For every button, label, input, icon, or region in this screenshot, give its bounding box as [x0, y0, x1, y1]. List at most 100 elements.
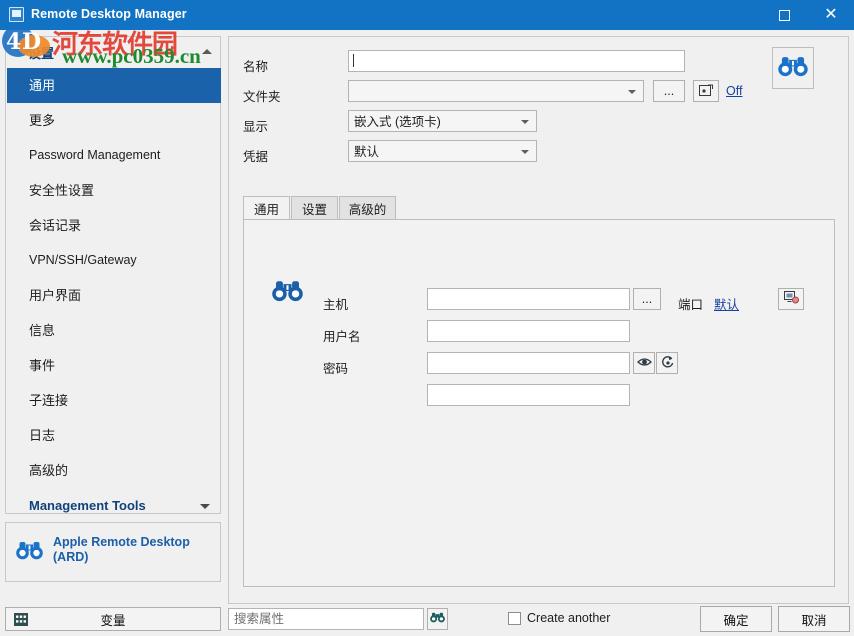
- sidebar-header-label: 设置: [28, 43, 54, 62]
- sidebar-item-user-interface[interactable]: 用户界面: [7, 278, 221, 313]
- sidebar-header[interactable]: 设置: [7, 38, 221, 67]
- display-combo[interactable]: 嵌入式 (选项卡): [348, 110, 537, 132]
- connection-type-card[interactable]: Apple Remote Desktop (ARD): [5, 522, 221, 582]
- username-label: 用户名: [323, 326, 361, 345]
- sidebar-item-events[interactable]: 事件: [7, 348, 221, 383]
- host-browse-label: ...: [642, 292, 652, 306]
- folder-combo[interactable]: [348, 80, 644, 102]
- port-default-link[interactable]: 默认: [714, 294, 739, 313]
- monitor-icon: [784, 291, 799, 307]
- tab-label: 高级的: [349, 199, 387, 218]
- off-link[interactable]: Off: [726, 84, 742, 98]
- display-combo-value: 嵌入式 (选项卡): [354, 113, 441, 131]
- password-label: 密码: [323, 358, 348, 377]
- connection-type-label: Apple Remote Desktop (ARD): [53, 535, 208, 565]
- sidebar-item-logs[interactable]: 日志: [7, 418, 221, 453]
- name-label: 名称: [243, 56, 268, 75]
- main-panel: 名称 文件夹 ... Off 显示 嵌入式 (选项卡): [228, 36, 849, 604]
- sidebar-item-label: 安全性设置: [29, 183, 94, 198]
- host-browse-button[interactable]: ...: [633, 288, 661, 310]
- sidebar-item-password-management[interactable]: Password Management: [7, 138, 221, 173]
- settings-panel: 设置 通用 更多 Password Management 安全性设置 会话记录: [5, 36, 221, 514]
- ok-button[interactable]: 确定: [700, 606, 772, 632]
- password-confirm-input[interactable]: [427, 384, 630, 406]
- credentials-label: 凭据: [243, 146, 268, 165]
- folder-browse-button[interactable]: ...: [653, 80, 685, 102]
- connection-type-icon-tile[interactable]: [772, 47, 814, 89]
- variables-button[interactable]: 变量: [5, 607, 221, 631]
- remote-desktop-manager-window: Remote Desktop Manager ✕ 设置 通用 更多 Pas: [0, 0, 854, 636]
- maximize-button[interactable]: [761, 0, 807, 30]
- password-input[interactable]: [427, 352, 630, 374]
- cancel-button-label: 取消: [801, 610, 826, 629]
- chevron-down-icon: [200, 504, 210, 509]
- password-generate-button[interactable]: [656, 352, 678, 374]
- chevron-down-icon: [628, 90, 636, 94]
- sidebar-item-more[interactable]: 更多: [7, 103, 221, 138]
- tab-label: 通用: [254, 199, 279, 218]
- sidebar-item-general[interactable]: 通用: [7, 68, 221, 103]
- search-input[interactable]: [228, 608, 424, 630]
- create-another-label: Create another: [527, 611, 610, 625]
- chevron-up-icon: [202, 49, 212, 54]
- credentials-combo-value: 默认: [354, 143, 379, 161]
- password-reveal-button[interactable]: [633, 352, 655, 374]
- sidebar-item-sub-connections[interactable]: 子连接: [7, 383, 221, 418]
- folder-browse-label: ...: [664, 84, 674, 98]
- search-properties: [228, 608, 448, 630]
- grid-icon: [14, 613, 28, 629]
- sidebar-section-management-tools[interactable]: Management Tools: [7, 488, 221, 525]
- sidebar-item-label: Password Management: [29, 148, 160, 162]
- sidebar-item-label: 事件: [29, 358, 55, 373]
- close-button[interactable]: ✕: [808, 0, 854, 30]
- folder-label: 文件夹: [243, 86, 281, 105]
- chevron-down-icon: [521, 150, 529, 154]
- sidebar-item-information[interactable]: 信息: [7, 313, 221, 348]
- sidebar-item-label: 更多: [29, 113, 55, 128]
- sidebar-item-label: 高级的: [29, 463, 68, 478]
- chevron-down-icon: [521, 120, 529, 124]
- sidebar-item-label: 子连接: [29, 393, 68, 408]
- username-input[interactable]: [427, 320, 630, 342]
- folder-picker-button[interactable]: [693, 80, 719, 102]
- sidebar-item-advanced[interactable]: 高级的: [7, 453, 221, 488]
- binoculars-icon: [16, 541, 43, 563]
- tab-panel-general: 主机 ... 端口 默认 用户名 密: [243, 219, 835, 587]
- sidebar-item-label: 日志: [29, 428, 55, 443]
- create-another-row[interactable]: Create another: [508, 611, 610, 625]
- sidebar-item-vpn-ssh-gateway[interactable]: VPN/SSH/Gateway: [7, 243, 221, 278]
- credentials-combo[interactable]: 默认: [348, 140, 537, 162]
- sidebar-section-label: Management Tools: [29, 498, 146, 513]
- sidebar-item-label: 会话记录: [29, 218, 81, 233]
- ok-button-label: 确定: [723, 610, 748, 629]
- tab-general[interactable]: 通用: [243, 196, 290, 221]
- host-input[interactable]: [427, 288, 630, 310]
- tab-settings[interactable]: 设置: [291, 196, 338, 220]
- display-label: 显示: [243, 116, 268, 135]
- sidebar-item-session-log[interactable]: 会话记录: [7, 208, 221, 243]
- tab-advanced[interactable]: 高级的: [339, 196, 396, 220]
- port-label: 端口: [678, 294, 703, 313]
- port-monitor-button[interactable]: [778, 288, 804, 310]
- host-label: 主机: [323, 294, 348, 313]
- name-input[interactable]: [348, 50, 685, 72]
- eye-icon: [637, 356, 652, 370]
- maximize-icon: [779, 10, 790, 21]
- picker-icon: [699, 84, 713, 99]
- sidebar-item-label: VPN/SSH/Gateway: [29, 253, 137, 267]
- title-bar: Remote Desktop Manager ✕: [0, 0, 854, 30]
- binoculars-icon: [272, 280, 303, 305]
- tab-strip: 通用 设置 高级的: [243, 196, 835, 220]
- sidebar: 设置 通用 更多 Password Management 安全性设置 会话记录: [5, 36, 221, 604]
- binoculars-icon: [430, 612, 445, 626]
- create-another-checkbox[interactable]: [508, 612, 521, 625]
- search-button[interactable]: [427, 608, 448, 630]
- sidebar-item-label: 通用: [29, 78, 55, 93]
- sidebar-item-label: 信息: [29, 323, 55, 338]
- tab-label: 设置: [302, 199, 327, 218]
- app-icon: [9, 7, 24, 22]
- close-icon: ✕: [824, 7, 837, 23]
- sidebar-item-security-settings[interactable]: 安全性设置: [7, 173, 221, 208]
- key-refresh-icon: [660, 355, 675, 371]
- cancel-button[interactable]: 取消: [778, 606, 850, 632]
